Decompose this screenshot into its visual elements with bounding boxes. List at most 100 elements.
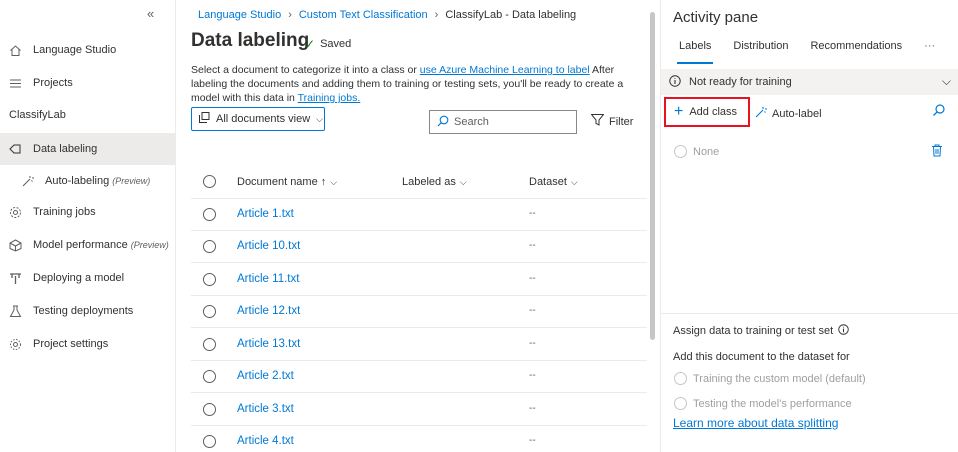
table-row[interactable]: Article 3.txt -- xyxy=(191,394,647,426)
row-select-radio[interactable] xyxy=(203,305,216,318)
chevron-down-icon: ⌵ xyxy=(330,176,338,187)
table-row[interactable]: Article 1.txt -- xyxy=(191,199,647,231)
nav-data-labeling[interactable]: Data labeling xyxy=(0,133,176,165)
nav-label: Testing deployments xyxy=(33,305,134,317)
nav-label: Auto-labeling xyxy=(45,175,110,187)
nav-project-settings[interactable]: Project settings xyxy=(0,328,176,360)
row-select-radio[interactable] xyxy=(203,208,216,221)
document-link[interactable]: Article 1.txt xyxy=(237,208,294,220)
nav-model-performance[interactable]: Model performance (Preview) xyxy=(0,229,176,261)
copy-icon xyxy=(199,112,210,126)
add-class-button[interactable]: + Add class xyxy=(664,97,750,127)
nav-training-jobs[interactable]: Training jobs xyxy=(0,196,176,228)
tag-icon xyxy=(8,142,22,156)
document-link[interactable]: Article 4.txt xyxy=(237,435,294,447)
option-label: Training the custom model (default) xyxy=(693,372,866,385)
tab-labels[interactable]: Labels xyxy=(673,40,717,64)
none-radio[interactable] xyxy=(674,145,687,158)
column-labeled-as[interactable]: Labeled as ⌵ xyxy=(402,176,467,188)
nav-deploying-model[interactable]: Deploying a model xyxy=(0,262,176,294)
document-link[interactable]: Article 13.txt xyxy=(237,338,300,350)
dataset-value: -- xyxy=(529,338,536,349)
breadcrumb: Language Studio › Custom Text Classifica… xyxy=(198,9,576,21)
document-link[interactable]: Article 12.txt xyxy=(237,305,300,317)
breadcrumb-custom-text-classification[interactable]: Custom Text Classification xyxy=(299,9,428,21)
filter-icon xyxy=(590,114,605,129)
column-label: Dataset xyxy=(529,176,567,188)
plus-icon: + xyxy=(674,103,684,120)
page-description: Select a document to categorize it into … xyxy=(191,63,636,105)
info-icon[interactable] xyxy=(838,324,849,338)
training-jobs-link[interactable]: Training jobs. xyxy=(298,92,361,104)
documents-view-dropdown[interactable]: All documents view ⌵ xyxy=(191,107,325,131)
project-name: ClassifyLab xyxy=(9,109,66,121)
column-dataset[interactable]: Dataset ⌵ xyxy=(529,176,578,188)
chevron-down-icon[interactable]: ⌵ xyxy=(942,74,951,89)
option-label: Testing the model's performance xyxy=(693,397,852,410)
chevron-right-icon: › xyxy=(434,9,439,21)
table-row[interactable]: Article 10.txt -- xyxy=(191,231,647,263)
tab-recommendations[interactable]: Recommendations xyxy=(804,40,908,64)
document-link[interactable]: Article 3.txt xyxy=(237,403,294,415)
view-label: All documents view xyxy=(216,113,311,125)
select-all-radio[interactable] xyxy=(203,175,216,188)
testing-radio[interactable] xyxy=(674,397,687,410)
add-class-label: Add class xyxy=(689,106,738,118)
document-link[interactable]: Article 2.txt xyxy=(237,370,294,382)
table-row[interactable]: Article 12.txt -- xyxy=(191,296,647,328)
desc-text-1: Select a document to categorize it into … xyxy=(191,64,420,76)
main-scrollbar[interactable] xyxy=(650,12,655,340)
collapse-sidebar-icon[interactable]: « xyxy=(147,6,154,21)
row-select-radio[interactable] xyxy=(203,273,216,286)
trash-icon[interactable] xyxy=(931,144,943,160)
dataset-value: -- xyxy=(529,240,536,251)
assign-title-text: Assign data to training or test set xyxy=(673,325,834,337)
option-testing[interactable]: Testing the model's performance xyxy=(674,397,852,410)
document-link[interactable]: Article 10.txt xyxy=(237,240,300,252)
label-option-none[interactable]: None xyxy=(674,145,719,158)
table-row[interactable]: Article 13.txt -- xyxy=(191,329,647,361)
aml-label-link[interactable]: use Azure Machine Learning to label xyxy=(420,64,590,76)
nav-testing-deployments[interactable]: Testing deployments xyxy=(0,295,176,327)
breadcrumb-language-studio[interactable]: Language Studio xyxy=(198,9,281,21)
row-select-radio[interactable] xyxy=(203,370,216,383)
nav-projects[interactable]: Projects xyxy=(0,67,176,99)
row-select-radio[interactable] xyxy=(203,403,216,416)
option-training[interactable]: Training the custom model (default) xyxy=(674,372,866,385)
document-link[interactable]: Article 11.txt xyxy=(237,273,299,285)
nav-label: Training jobs xyxy=(33,206,96,218)
more-tabs-button[interactable]: ··· xyxy=(918,40,941,64)
pane-tabs: Labels Distribution Recommendations ··· xyxy=(673,40,951,64)
nav-language-studio[interactable]: Language Studio xyxy=(0,34,176,66)
nav-label: Projects xyxy=(33,77,73,89)
filter-button[interactable]: Filter xyxy=(590,114,633,129)
table-row[interactable]: Article 11.txt -- xyxy=(191,264,647,296)
nav-auto-labeling[interactable]: Auto-labeling (Preview) xyxy=(0,165,176,197)
row-select-radio[interactable] xyxy=(203,240,216,253)
learn-more-link[interactable]: Learn more about data splitting xyxy=(673,416,838,430)
activity-pane: Activity pane Labels Distribution Recomm… xyxy=(660,0,958,452)
table-row[interactable]: Article 2.txt -- xyxy=(191,361,647,393)
gear-icon xyxy=(8,205,22,219)
row-select-radio[interactable] xyxy=(203,338,216,351)
column-label: Labeled as xyxy=(402,176,456,188)
main-content: Language Studio › Custom Text Classifica… xyxy=(176,0,648,452)
training-status-bar[interactable]: Not ready for training ⌵ xyxy=(661,69,958,95)
auto-label-button[interactable]: Auto-label xyxy=(754,106,822,122)
chevron-down-icon: ⌵ xyxy=(316,113,323,124)
saved-label: Saved xyxy=(320,38,352,50)
sidebar: « Language Studio Projects ClassifyLab D… xyxy=(0,0,176,452)
status-text: Not ready for training xyxy=(689,76,792,88)
preview-tag: (Preview) xyxy=(130,240,169,250)
home-icon xyxy=(8,43,22,57)
saved-status: ✓ Saved xyxy=(305,37,351,51)
wand-icon xyxy=(754,106,767,122)
training-radio[interactable] xyxy=(674,372,687,385)
search-icon[interactable] xyxy=(932,104,945,120)
row-select-radio[interactable] xyxy=(203,435,216,448)
tab-distribution[interactable]: Distribution xyxy=(727,40,794,64)
column-document-name[interactable]: Document name ↑ ⌵ xyxy=(237,176,337,188)
search-input[interactable]: Search xyxy=(429,110,577,134)
breadcrumb-current: ClassifyLab - Data labeling xyxy=(445,9,577,21)
table-row[interactable]: Article 4.txt -- xyxy=(191,426,647,452)
